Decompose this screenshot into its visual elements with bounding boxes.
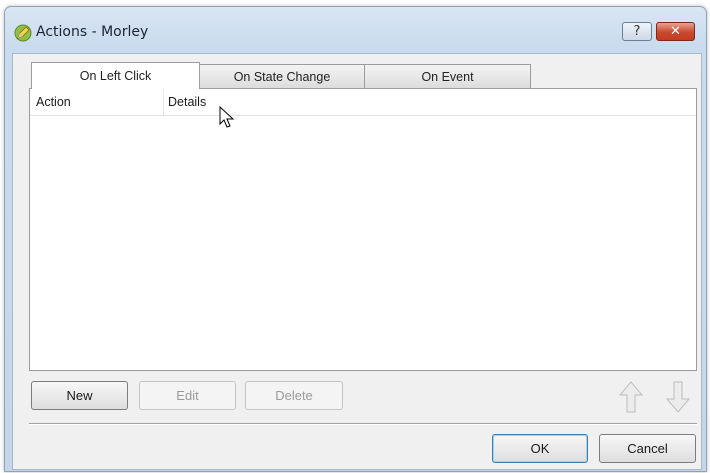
- dialog-body: On Left Click On State Change On Event A…: [12, 53, 702, 470]
- arrow-up-icon[interactable]: [618, 380, 644, 414]
- new-button-label: New: [66, 388, 93, 403]
- pencil-icon: [14, 24, 32, 42]
- help-button[interactable]: ?: [622, 22, 652, 41]
- edit-button[interactable]: Edit: [139, 381, 236, 410]
- list-header: Action Details: [30, 89, 696, 116]
- mouse-cursor-icon: [219, 106, 235, 128]
- column-divider[interactable]: [163, 89, 164, 115]
- tab-on-event[interactable]: On Event: [364, 64, 531, 88]
- delete-button-label: Delete: [275, 388, 313, 403]
- tab-on-state-change[interactable]: On State Change: [199, 64, 365, 88]
- column-header-details[interactable]: Details: [168, 95, 206, 109]
- close-button[interactable]: ✕: [656, 22, 695, 41]
- help-icon: ?: [633, 24, 641, 39]
- tab-label: On Left Click: [79, 69, 152, 83]
- actions-dialog: Actions - Morley ? ✕ On Left Click On St…: [4, 6, 707, 472]
- tab-on-left-click[interactable]: On Left Click: [31, 62, 200, 89]
- column-header-action[interactable]: Action: [36, 95, 71, 109]
- ok-button[interactable]: OK: [492, 434, 588, 463]
- actions-list[interactable]: Action Details: [29, 88, 697, 371]
- window-title: Actions - Morley: [36, 24, 149, 40]
- cancel-button[interactable]: Cancel: [599, 434, 696, 463]
- ok-button-label: OK: [530, 441, 550, 456]
- tab-label: On State Change: [233, 69, 331, 84]
- edit-button-label: Edit: [176, 388, 199, 403]
- title-bar[interactable]: Actions - Morley ? ✕: [5, 7, 706, 53]
- separator: [29, 423, 697, 425]
- tab-label: On Event: [421, 69, 474, 84]
- close-icon: ✕: [670, 24, 681, 39]
- arrow-down-icon[interactable]: [665, 380, 691, 414]
- cancel-button-label: Cancel: [627, 441, 668, 456]
- delete-button[interactable]: Delete: [245, 381, 343, 410]
- new-button[interactable]: New: [31, 381, 128, 410]
